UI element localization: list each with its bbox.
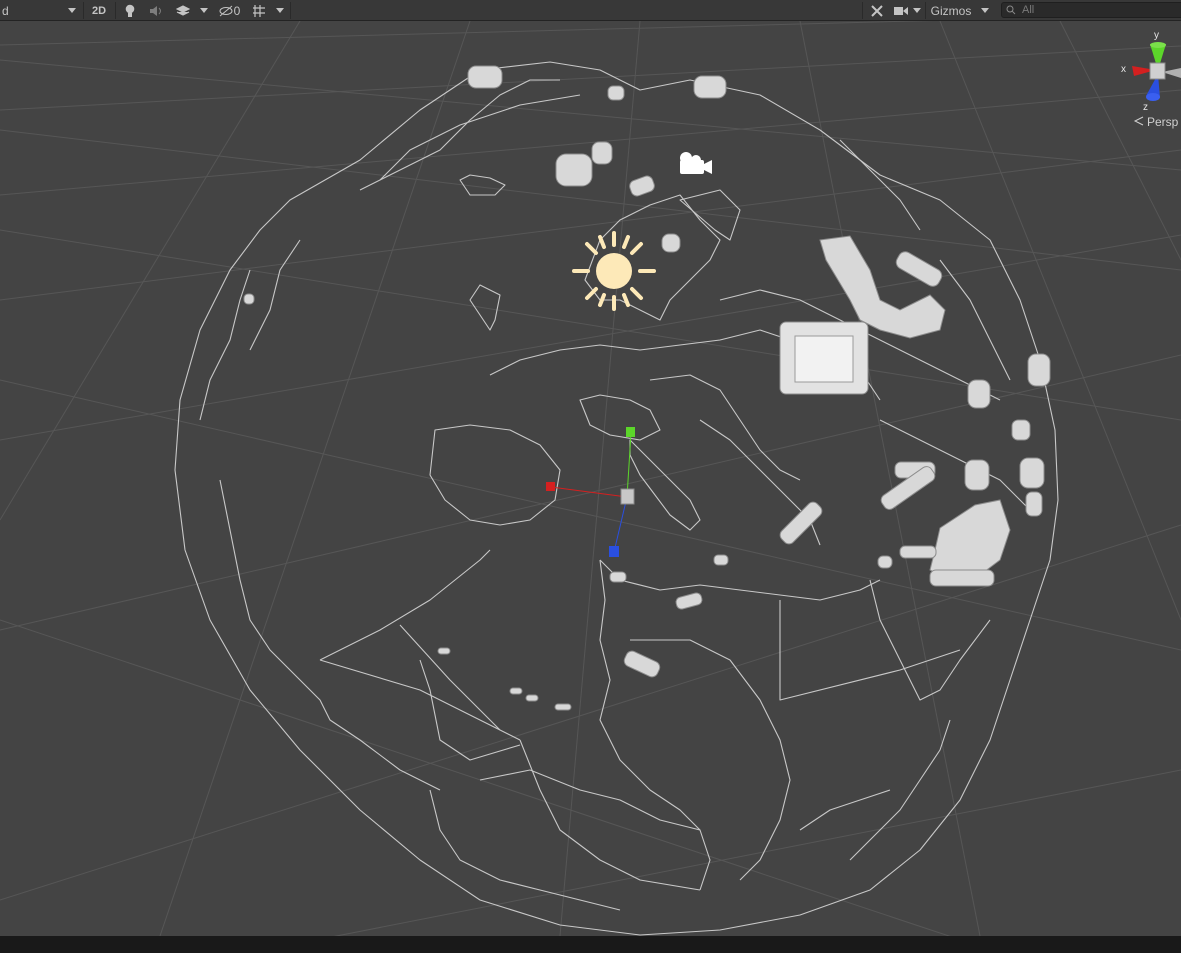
transform-handle[interactable] bbox=[546, 427, 635, 557]
video-camera-icon bbox=[894, 6, 908, 15]
camera-settings-button[interactable] bbox=[892, 0, 910, 21]
shading-mode-label: d bbox=[2, 3, 9, 18]
y-axis-handle[interactable] bbox=[626, 427, 635, 437]
effects-toggle[interactable] bbox=[172, 0, 194, 21]
hidden-count: 0 bbox=[233, 3, 241, 18]
camera-icon[interactable] bbox=[680, 152, 712, 174]
hidden-objects-toggle[interactable]: 0 bbox=[214, 0, 244, 21]
toggle-2d-button[interactable]: 2D bbox=[86, 0, 112, 21]
eye-slash-icon bbox=[219, 5, 233, 16]
speaker-icon bbox=[150, 5, 161, 16]
gizmo-x-label: x bbox=[1121, 64, 1126, 75]
chevron-down-icon bbox=[68, 8, 76, 13]
grid-dropdown[interactable] bbox=[272, 0, 288, 21]
lighting-toggle[interactable] bbox=[120, 0, 140, 21]
chevron-down-icon bbox=[276, 8, 284, 13]
chevron-down-icon bbox=[200, 8, 208, 13]
shading-mode-dropdown[interactable]: d bbox=[0, 0, 82, 21]
status-bar bbox=[0, 936, 1181, 953]
scene-orientation-gizmo[interactable]: y x z Persp bbox=[1121, 30, 1181, 129]
camera-dropdown[interactable] bbox=[910, 0, 924, 21]
gizmo-y-label: y bbox=[1154, 30, 1159, 41]
lightbulb-icon bbox=[125, 4, 135, 17]
effects-dropdown[interactable] bbox=[196, 0, 212, 21]
gizmo-z-label: z bbox=[1143, 102, 1148, 113]
globe-outlines bbox=[174, 61, 1059, 936]
tools-icon bbox=[871, 4, 883, 17]
chevron-down-icon bbox=[981, 8, 989, 13]
search-placeholder: All bbox=[1022, 4, 1035, 16]
z-axis-handle[interactable] bbox=[609, 546, 619, 557]
scene-toolbar: d 2D 0 Gizmos All bbox=[0, 0, 1181, 21]
chevron-down-icon bbox=[913, 8, 921, 13]
light-icon[interactable] bbox=[572, 231, 656, 311]
effects-layers-icon bbox=[176, 4, 190, 16]
tools-button[interactable] bbox=[866, 0, 888, 21]
center-handle[interactable] bbox=[620, 488, 635, 505]
grid-toggle[interactable] bbox=[249, 0, 269, 21]
projection-label[interactable]: Persp bbox=[1147, 115, 1179, 129]
grid-icon bbox=[253, 4, 265, 17]
search-icon bbox=[1006, 5, 1016, 15]
search-field[interactable]: All bbox=[1001, 2, 1181, 18]
x-axis-handle[interactable] bbox=[546, 482, 555, 491]
audio-toggle[interactable] bbox=[145, 0, 167, 21]
gizmos-button[interactable]: Gizmos bbox=[927, 0, 975, 21]
gizmos-dropdown[interactable] bbox=[977, 0, 993, 21]
scene-viewport[interactable]: y x z Persp bbox=[0, 21, 1181, 936]
